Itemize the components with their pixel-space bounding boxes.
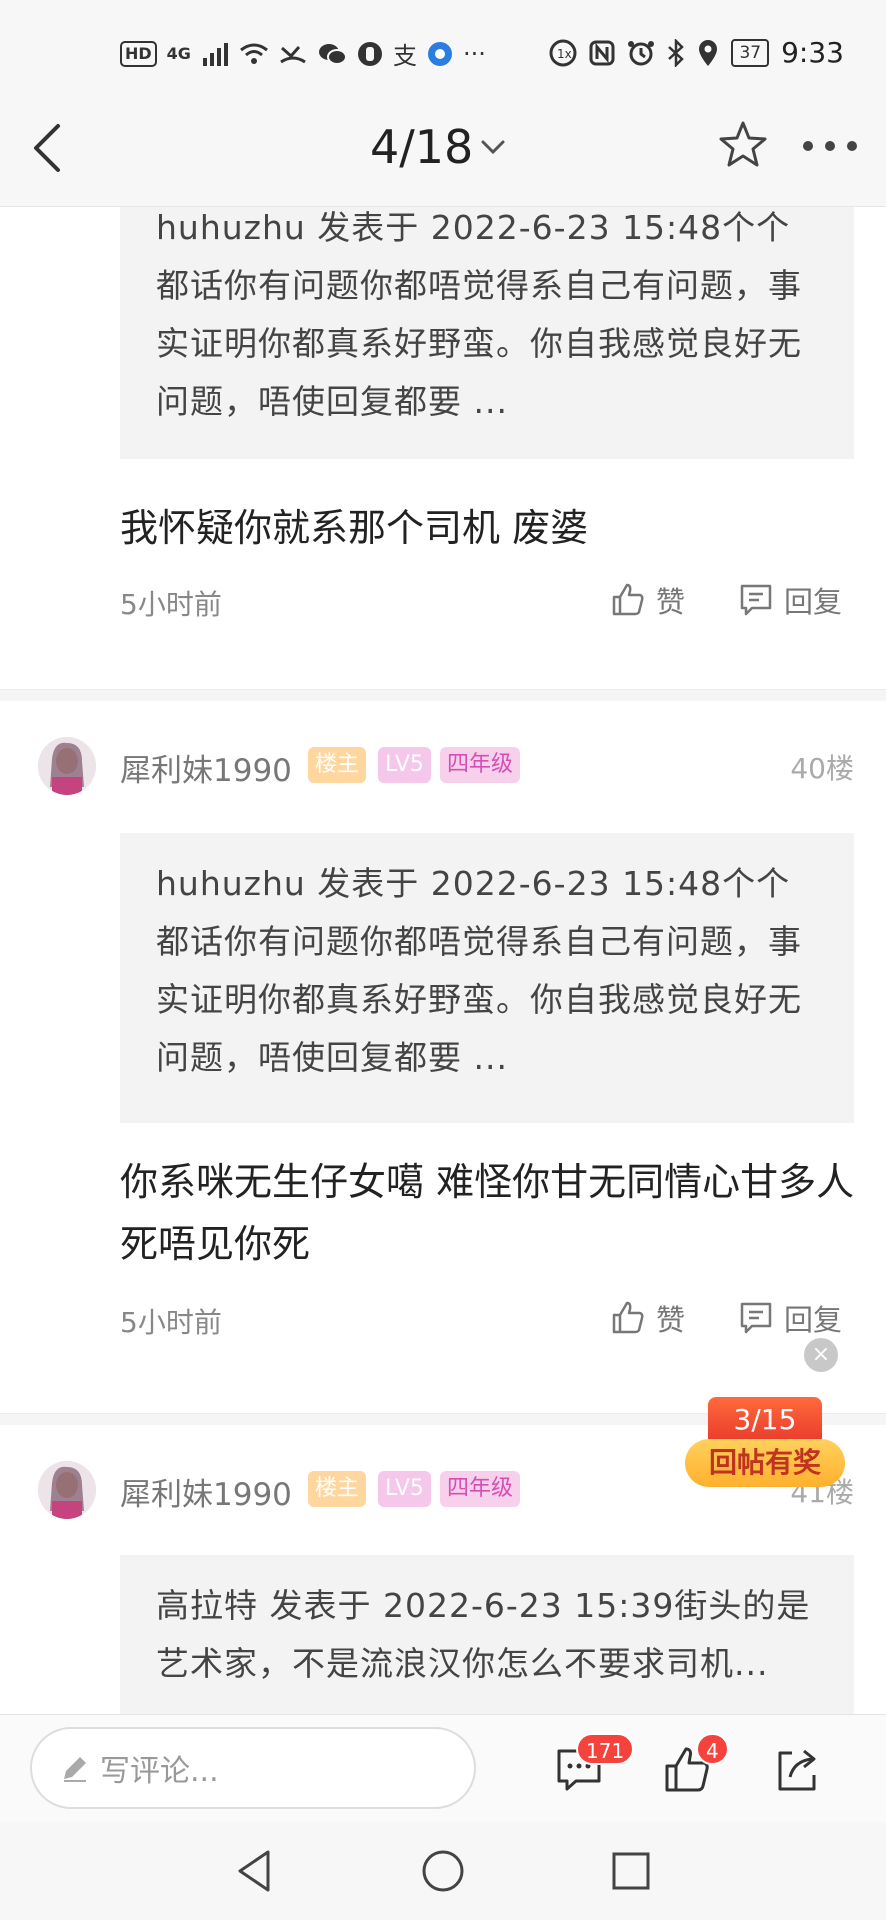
system-navigation-bar — [0, 1822, 886, 1920]
avatar[interactable] — [38, 1461, 96, 1519]
author-name[interactable]: 犀利妹1990 — [120, 745, 292, 790]
status-left: HD 4G 支 ··· — [120, 36, 486, 71]
reply-meta: 5小时前 赞 回复 — [120, 583, 854, 627]
comment-input[interactable]: 写评论... — [30, 1727, 476, 1809]
bottom-action-bar: 写评论... 171 4 — [0, 1714, 886, 1822]
thumbs-up-icon — [612, 583, 644, 616]
promo-progress: 3/15 — [708, 1397, 822, 1443]
comment-count-badge: 171 — [576, 1733, 635, 1765]
reply-button[interactable]: 回复 — [738, 579, 842, 621]
comments-button[interactable]: 171 — [552, 1715, 635, 1823]
bluetooth-icon — [668, 38, 685, 67]
location-icon — [699, 39, 718, 66]
owner-tag: 楼主 — [308, 747, 367, 783]
star-icon[interactable] — [716, 118, 770, 172]
1x-icon: 1x — [549, 39, 577, 66]
page-selector[interactable]: 4/18 — [370, 120, 507, 174]
svg-text:1x: 1x — [557, 47, 572, 61]
network-4g-label: 4G — [166, 44, 191, 63]
recents-square-icon[interactable] — [606, 1846, 656, 1896]
nav-bar: 4/18 — [0, 92, 886, 207]
clock: 9:33 — [781, 36, 844, 69]
quoted-reply[interactable]: huhuzhu 发表于 2022-6-23 15:48个个都话你有问题你都唔觉得… — [120, 207, 854, 459]
like-post-button[interactable]: 4 — [660, 1715, 740, 1823]
wechat-icon — [318, 43, 347, 65]
page-indicator: 4/18 — [370, 120, 474, 174]
post-divider — [0, 689, 886, 701]
avatar[interactable] — [38, 737, 96, 795]
pencil-icon — [64, 1757, 86, 1782]
grade-tag: 四年级 — [440, 1471, 521, 1507]
reply-text: 我怀疑你就系那个司机 废婆 — [120, 506, 589, 550]
comment-placeholder: 写评论... — [100, 1754, 219, 1789]
signal-icon — [202, 42, 228, 66]
status-bar: HD 4G 支 ··· 1x 37 9:33 — [0, 0, 886, 92]
more-notifications-indicator: ··· — [462, 39, 486, 68]
level-tag: LV5 — [378, 1471, 431, 1507]
reply-time: 5小时前 — [120, 588, 222, 621]
more-dots-icon[interactable] — [800, 136, 860, 156]
thumbs-up-icon — [612, 1301, 644, 1334]
reply-text: 你系咪无生仔女噶 难怪你甘无同情心甘多人死唔见你死 — [120, 1160, 855, 1266]
owner-tag: 楼主 — [308, 1471, 367, 1507]
like-button[interactable]: 赞 — [610, 579, 685, 621]
missed-call-icon — [280, 45, 306, 63]
battery-level: 37 — [731, 38, 770, 67]
author-row: 犀利妹1990 楼主 LV5 四年级 40楼 — [0, 737, 886, 807]
like-count-badge: 4 — [696, 1733, 729, 1765]
reply-label: 回复 — [784, 1303, 843, 1337]
reply-time: 5小时前 — [120, 1306, 222, 1339]
post-list[interactable]: huhuzhu 发表于 2022-6-23 15:48个个都话你有问题你都唔觉得… — [0, 207, 886, 1714]
promo-close-button[interactable]: × — [804, 1338, 838, 1372]
app-icon — [427, 41, 452, 66]
comment-icon — [740, 584, 772, 616]
reply-meta: 5小时前 赞 回复 — [120, 1301, 854, 1345]
back-triangle-icon[interactable] — [230, 1846, 280, 1896]
grade-tag: 四年级 — [440, 747, 521, 783]
like-button[interactable]: 赞 — [610, 1297, 685, 1339]
comment-icon — [740, 1302, 772, 1334]
home-circle-icon[interactable] — [418, 1846, 468, 1896]
quoted-reply[interactable]: 高拉特 发表于 2022-6-23 15:39街头的是艺术家，不是流浪汉你怎么不… — [120, 1555, 854, 1714]
nfc-icon — [589, 40, 615, 65]
level-tag: LV5 — [378, 747, 431, 783]
wifi-icon — [240, 43, 268, 64]
reply-reward-button[interactable]: 回帖有奖 — [685, 1439, 845, 1487]
alipay-icon: 支 — [392, 42, 417, 70]
hand-icon — [357, 41, 382, 66]
alarm-icon — [628, 40, 655, 65]
quoted-reply[interactable]: huhuzhu 发表于 2022-6-23 15:48个个都话你有问题你都唔觉得… — [120, 833, 854, 1123]
share-icon[interactable] — [772, 1745, 822, 1795]
status-right: 1x 37 9:33 — [549, 36, 844, 69]
reply-button[interactable]: 回复 — [738, 1297, 842, 1339]
like-label: 赞 — [656, 585, 686, 619]
floor-number: 40楼 — [790, 752, 854, 785]
dropdown-chevron-icon — [481, 140, 505, 155]
reply-label: 回复 — [784, 585, 843, 619]
like-label: 赞 — [656, 1303, 686, 1337]
author-name[interactable]: 犀利妹1990 — [120, 1469, 292, 1514]
back-chevron-icon[interactable] — [28, 120, 68, 176]
hd-badge: HD — [120, 40, 157, 67]
